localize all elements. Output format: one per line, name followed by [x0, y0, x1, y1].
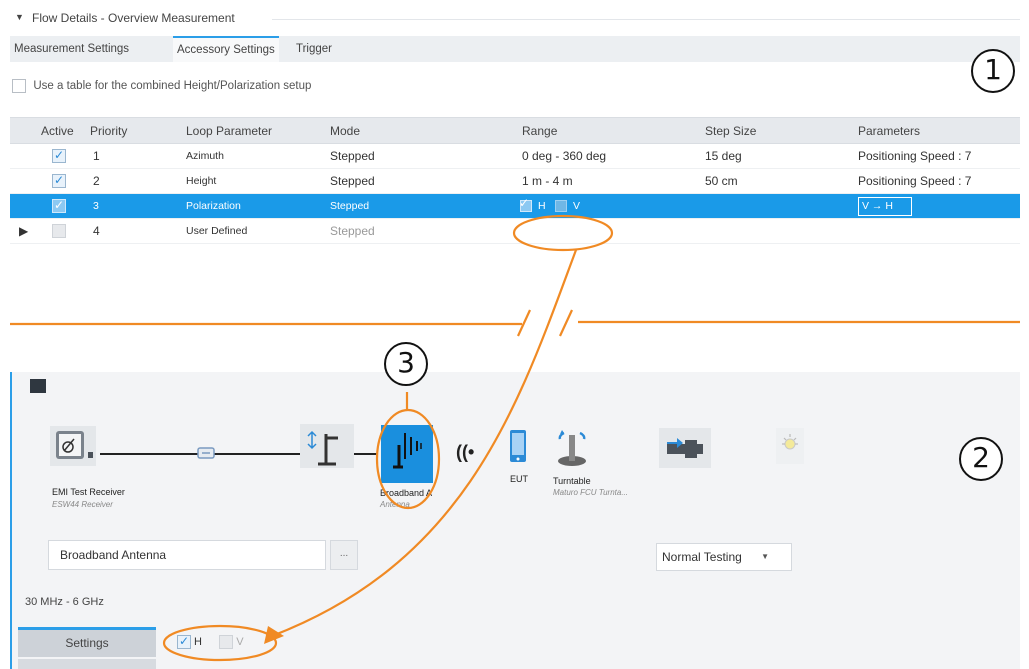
antenna-mast-icon[interactable] — [300, 424, 354, 468]
eut-device-icon[interactable] — [507, 428, 529, 468]
antenna-type: Antenna — [380, 500, 410, 509]
row-range[interactable]: 1 m - 4 m — [522, 174, 573, 188]
test-mode-select[interactable]: Normal Testing ▼ — [656, 543, 792, 571]
range-h-label: H — [538, 199, 546, 212]
receiver-label: EMI Test Receiver — [52, 487, 125, 497]
row-mode[interactable]: Stepped — [330, 174, 375, 188]
header-active[interactable]: Active — [41, 124, 74, 138]
flow-details-header[interactable]: ▼ Flow Details - Overview Measurement — [10, 10, 1020, 32]
callout-number-3: 3 — [384, 342, 428, 386]
header-priority[interactable]: Priority — [90, 124, 127, 138]
expand-row-icon[interactable]: ▶ — [19, 224, 28, 238]
eut-label: EUT — [510, 474, 528, 484]
receiver-icon[interactable] — [50, 426, 96, 466]
row-mode[interactable]: Stepped — [330, 224, 375, 238]
combined-table-label: Use a table for the combined Height/Pola… — [33, 79, 312, 92]
turntable-icon[interactable] — [550, 425, 596, 469]
break-mark-right — [559, 309, 573, 337]
turntable-model: Maturo FCU Turnta... — [553, 488, 628, 497]
table-row[interactable]: 2 Height Stepped 1 m - 4 m 50 cm Positio… — [10, 169, 1020, 194]
row-parameters[interactable]: Positioning Speed : 7 — [858, 174, 971, 188]
panel-marker-icon — [30, 379, 46, 393]
table-row[interactable]: 1 Azimuth Stepped 0 deg - 360 deg 15 deg… — [10, 144, 1020, 169]
row-loop-parameter: Height — [186, 175, 217, 187]
callout-number-2: 2 — [959, 437, 1003, 481]
callout-number-1: 1 — [971, 49, 1015, 93]
polarization-order-button[interactable]: V → H — [858, 197, 912, 216]
polarization-range-cell: H V — [518, 198, 584, 216]
row-parameters[interactable]: Positioning Speed : 7 — [858, 149, 971, 163]
header-divider — [272, 19, 1020, 20]
row-step-size[interactable]: 50 cm — [705, 174, 738, 188]
polarization-v-checkbox[interactable] — [219, 634, 234, 649]
table-row-selected[interactable]: 3 Polarization Stepped H V V → H — [10, 194, 1020, 219]
lamp-icon[interactable] — [776, 428, 804, 464]
row-loop-parameter: Polarization — [186, 200, 241, 212]
tab-settings[interactable]: Settings — [18, 627, 156, 657]
row-active-checkbox[interactable] — [52, 198, 66, 213]
header-step-size[interactable]: Step Size — [705, 124, 756, 138]
polarization-v-label: V — [236, 635, 244, 648]
polarization-h-checkbox[interactable] — [177, 634, 191, 649]
cable-connector-icon[interactable] — [186, 440, 226, 466]
table-header-row: Active Priority Loop Parameter Mode Rang… — [10, 117, 1020, 144]
header-mode[interactable]: Mode — [330, 124, 360, 138]
break-mark-left — [517, 309, 531, 337]
settings-tab-bar: Measurement Settings Accessory Settings … — [10, 36, 1020, 62]
table-row[interactable]: ▶ 4 User Defined Stepped — [10, 219, 1020, 244]
row-active-checkbox[interactable] — [52, 173, 66, 188]
row-range[interactable]: 0 deg - 360 deg — [522, 149, 606, 163]
collapse-triangle-icon[interactable]: ▼ — [15, 12, 24, 22]
antenna-label: Broadband A — [380, 488, 433, 498]
header-range[interactable]: Range — [522, 124, 557, 138]
tab-accessory-settings[interactable]: Accessory Settings — [173, 36, 279, 62]
row-priority: 2 — [93, 174, 100, 188]
loop-parameter-table: Active Priority Loop Parameter Mode Rang… — [10, 117, 1020, 244]
row-active-checkbox[interactable] — [52, 148, 66, 163]
frequency-range: 30 MHz - 6 GHz — [25, 596, 104, 608]
row-loop-parameter: User Defined — [186, 225, 248, 237]
row-priority: 3 — [93, 200, 99, 212]
tab-trigger[interactable]: Trigger — [292, 36, 336, 62]
chevron-down-icon: ▼ — [761, 552, 769, 561]
row-loop-parameter: Azimuth — [186, 150, 224, 162]
flow-details-title: Flow Details - Overview Measurement — [32, 11, 235, 25]
tab-secondary[interactable] — [18, 659, 156, 669]
browse-button[interactable]: ... — [330, 540, 358, 570]
row-step-size[interactable]: 15 deg — [705, 149, 742, 163]
row-priority: 1 — [93, 149, 100, 163]
turntable-label: Turntable — [553, 476, 591, 486]
polarization-options: H V — [177, 634, 258, 652]
antenna-name-field[interactable]: Broadband Antenna — [48, 540, 326, 570]
row-active-checkbox[interactable] — [52, 224, 66, 238]
range-h-checkbox[interactable] — [520, 199, 532, 212]
range-v-label: V — [572, 199, 580, 212]
header-parameters[interactable]: Parameters — [858, 124, 920, 138]
row-mode[interactable]: Stepped — [330, 200, 369, 212]
combined-table-checkbox[interactable] — [12, 78, 26, 93]
test-mode-value: Normal Testing — [662, 550, 742, 564]
combined-table-option[interactable]: Use a table for the combined Height/Pola… — [12, 78, 311, 98]
row-mode[interactable]: Stepped — [330, 149, 375, 163]
row-priority: 4 — [93, 224, 100, 238]
range-v-checkbox[interactable] — [554, 199, 567, 212]
broadband-antenna-icon[interactable] — [381, 425, 433, 483]
wireless-signal-icon: ((• — [456, 442, 475, 462]
amplifier-icon[interactable] — [659, 428, 711, 468]
polarization-h-label: H — [194, 635, 202, 648]
test-setup-panel — [10, 372, 1020, 669]
receiver-model: ESW44 Receiver — [52, 500, 113, 509]
header-loop-parameter[interactable]: Loop Parameter — [186, 124, 272, 138]
tab-measurement-settings[interactable]: Measurement Settings — [10, 36, 133, 62]
